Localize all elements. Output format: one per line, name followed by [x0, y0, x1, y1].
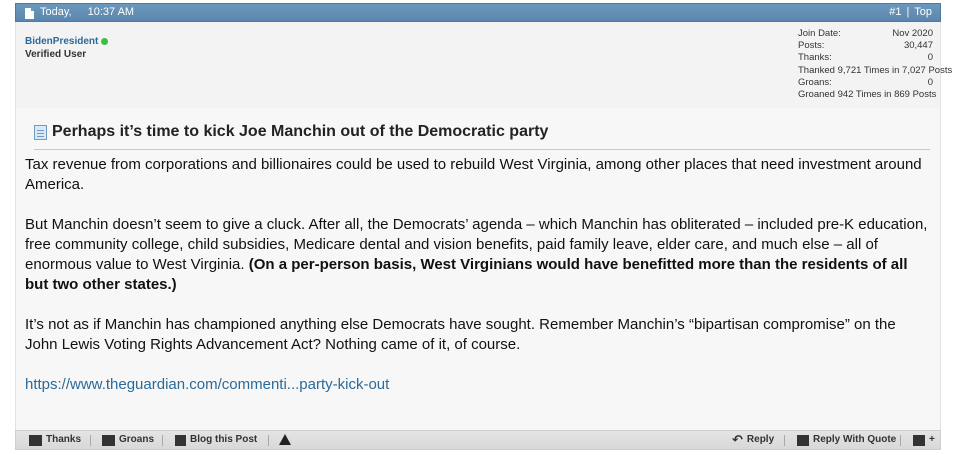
footer-divider [162, 435, 163, 446]
blog-this-post-button[interactable]: Blog this Post [175, 431, 257, 449]
reply-arrow-icon: ↶ [732, 432, 743, 447]
stat-groaned: Groaned 942 Times in 869 Posts [798, 89, 937, 101]
groans-button[interactable]: Groans [102, 431, 154, 449]
multi-quote-button[interactable]: + [913, 431, 935, 449]
warning-icon [279, 434, 291, 445]
title-divider [34, 149, 930, 150]
stat-thanked: Thanked 9,721 Times in 7,027 Posts [798, 64, 953, 76]
post-paragraph: It’s not as if Manchin has championed an… [25, 316, 896, 353]
post-nav: #1 | Top [889, 4, 932, 21]
thumbs-up-icon [29, 434, 42, 446]
footer-divider [268, 435, 269, 446]
post-icon [25, 8, 34, 19]
stat-value: 0 [927, 52, 933, 64]
stat-posts: Posts: 30,447 [798, 40, 933, 52]
stat-value: Nov 2020 [892, 28, 933, 39]
stat-join-date: Join Date: Nov 2020 [798, 28, 933, 40]
post-link-paragraph: https://www.theguardian.com/commenti...p… [25, 375, 930, 395]
footer-divider [784, 435, 785, 446]
reply-label: Reply [746, 434, 775, 445]
stat-label: Posts: [798, 40, 825, 52]
stat-value: 0 [927, 76, 933, 88]
post-footer: Thanks Groans Blog this Post ↶ Reply Rep… [15, 430, 941, 450]
plus-icon: + [929, 434, 935, 445]
stat-thanks: Thanks: 0 [798, 52, 933, 64]
stat-label: Groans: [798, 76, 832, 88]
username-row: BidenPresident [25, 36, 109, 47]
post-number-link[interactable]: #1 [889, 6, 901, 18]
user-stats: Join Date: Nov 2020 Posts: 30,447 Thanks… [798, 28, 958, 101]
report-button[interactable] [279, 434, 291, 445]
post-nav-separator: | [906, 6, 910, 18]
post-paragraph: But Manchin doesn’t seem to give a cluck… [25, 215, 930, 295]
stat-groans: Groans: 0 [798, 77, 933, 89]
reply-quote-label: Reply With Quote [813, 434, 897, 445]
user-info-panel: BidenPresident Verified User Join Date: … [15, 22, 952, 108]
post-time: 10:37 AM [87, 6, 135, 18]
post-title: Perhaps it’s time to kick Joe Manchin ou… [52, 123, 549, 140]
post-header: Today, 10:37 AM #1 | Top [15, 3, 941, 22]
post-date-label: Today, [40, 6, 72, 18]
post-paragraph: Tax revenue from corporations and billio… [25, 156, 922, 193]
reply-button[interactable]: ↶ Reply [732, 431, 774, 449]
post-content: Perhaps it’s time to kick Joe Manchin ou… [15, 108, 941, 430]
groans-label: Groans [119, 434, 155, 445]
quote-icon [797, 434, 809, 446]
user-title: Verified User [25, 49, 87, 60]
blog-label: Blog this Post [190, 434, 258, 445]
post-body: Tax revenue from corporations and billio… [25, 155, 930, 415]
stat-label: Thanks: [798, 52, 832, 64]
post-date: Today, 10:37 AM [25, 4, 134, 21]
thanks-button[interactable]: Thanks [29, 431, 81, 449]
footer-divider [90, 435, 91, 446]
blog-icon [175, 434, 186, 446]
stat-value: 30,447 [903, 40, 933, 52]
reply-with-quote-button[interactable]: Reply With Quote [797, 431, 896, 449]
online-status-icon [101, 38, 109, 45]
username-link[interactable]: BidenPresident [25, 36, 98, 47]
thanks-label: Thanks [46, 434, 82, 445]
document-icon [34, 124, 47, 140]
article-link[interactable]: https://www.theguardian.com/commenti...p… [25, 376, 389, 393]
top-link[interactable]: Top [914, 6, 932, 18]
post-title-row: Perhaps it’s time to kick Joe Manchin ou… [34, 123, 548, 141]
stat-label: Join Date: [798, 28, 841, 39]
footer-divider [900, 435, 901, 446]
multi-quote-icon [913, 434, 925, 446]
thumbs-down-icon [102, 434, 115, 446]
